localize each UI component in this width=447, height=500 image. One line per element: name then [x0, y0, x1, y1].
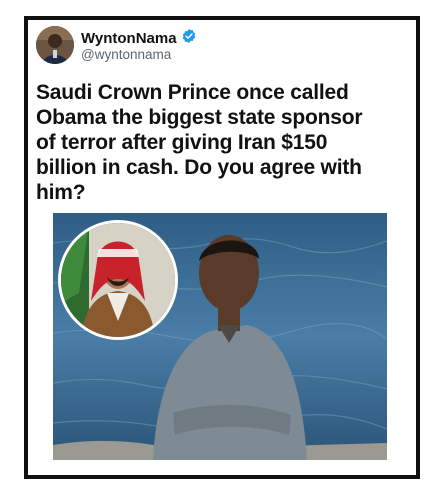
- verified-badge-icon: [181, 28, 197, 49]
- inset-portrait[interactable]: [58, 220, 178, 340]
- tweet-header: WyntonNama @wyntonnama: [36, 26, 366, 70]
- user-handle[interactable]: @wyntonnama: [81, 47, 171, 62]
- display-name[interactable]: WyntonNama: [81, 30, 177, 47]
- avatar-image: [36, 26, 74, 64]
- avatar[interactable]: [36, 26, 74, 64]
- tweet-text: Saudi Crown Prince once called Obama the…: [36, 81, 363, 204]
- name-row: WyntonNama: [81, 28, 197, 49]
- inset-portrait-image: [61, 223, 175, 337]
